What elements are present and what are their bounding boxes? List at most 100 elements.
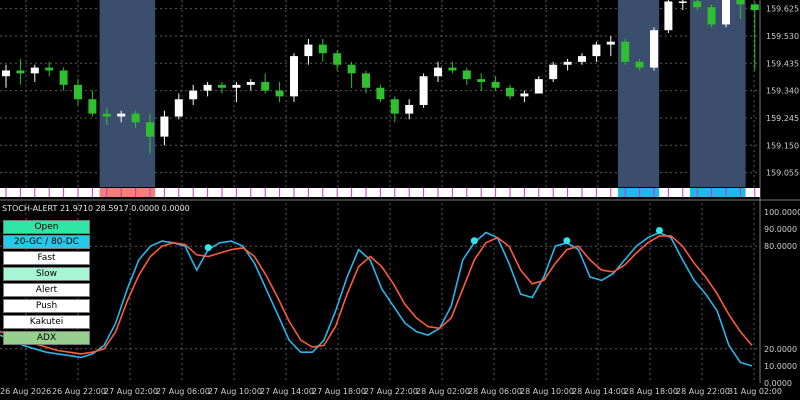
time-label: 27 Aug 02:00 (104, 387, 158, 396)
candle-body (592, 44, 601, 57)
candle-body (59, 70, 68, 85)
indicator-title: STOCH-ALERT 21.9710 28.5917 0.0000 0.000… (2, 204, 190, 213)
candle-body (160, 116, 169, 137)
candle-body (520, 93, 529, 97)
time-label: 31 Aug 02:00 (728, 387, 782, 396)
candle-body (693, 1, 702, 8)
stoch-label: 20.0000 (764, 345, 797, 354)
candle-body (218, 84, 226, 88)
candle-body (146, 122, 154, 137)
time-label: 28 Aug 06:00 (468, 387, 522, 396)
stochastic-panel (0, 227, 753, 367)
time-axis: 26 Aug 2026 26 Aug 22:0027 Aug 02:0027 Au… (0, 387, 782, 396)
candle-body (477, 79, 486, 82)
price-label: 159.530 (766, 32, 799, 41)
candle-body (2, 70, 10, 77)
candle-body (16, 70, 25, 74)
candle-body (491, 81, 500, 88)
slow-button[interactable]: Slow (3, 267, 90, 281)
candle-body (434, 67, 442, 77)
candle-body (333, 53, 342, 65)
price-label: 159.245 (766, 114, 799, 123)
time-label: 27 Aug 10:00 (208, 387, 262, 396)
candle-body (102, 113, 111, 117)
stoch-label: 10.0000 (764, 362, 797, 371)
kakutei-button[interactable]: Kakutei (3, 315, 90, 329)
candle-body (88, 99, 97, 114)
candle-body (376, 87, 385, 100)
candle-body (534, 79, 543, 94)
time-label: 28 Aug 18:00 (624, 387, 678, 396)
candle-body (635, 61, 644, 68)
candle-body (318, 44, 327, 54)
price-label: 159.340 (766, 87, 799, 96)
time-label: 26 Aug 22:00 (52, 387, 106, 396)
candle-body (405, 105, 414, 114)
candle-body (347, 64, 356, 74)
time-label: 27 Aug 06:00 (156, 387, 210, 396)
time-label: 28 Aug 02:00 (416, 387, 470, 396)
stoch-label: 80.0000 (764, 242, 797, 251)
candle-body (578, 56, 586, 62)
highlight-zones (99, 0, 746, 187)
alert-marker (204, 244, 212, 252)
time-label: 26 Aug 2026 (0, 387, 51, 396)
highlight-zone (99, 0, 156, 187)
candle-body (232, 84, 241, 88)
candle-body (261, 81, 270, 91)
candle-body (750, 4, 759, 11)
alert-marker (470, 237, 478, 245)
candle-body (203, 84, 212, 91)
signal-bar (0, 188, 760, 197)
candle-body (246, 81, 255, 85)
candle-body (736, 0, 745, 5)
stochastic-axis: 100.000090.000080.000020.000010.00000.00… (764, 208, 800, 388)
signal-block (99, 188, 156, 197)
time-label: 28 Aug 22:00 (676, 387, 730, 396)
price-axis: 159.625 159.530 159.435 159.340 159.245 159.1… (766, 5, 799, 178)
candle-body (606, 41, 615, 45)
signal-block (690, 188, 746, 197)
alert-marker (655, 227, 663, 235)
candle-body (30, 67, 39, 74)
candle-body (74, 84, 82, 100)
fast-line (0, 231, 753, 367)
time-label: 27 Aug 14:00 (260, 387, 314, 396)
candle-body (448, 67, 457, 71)
price-label: 159.625 (766, 5, 799, 14)
candle-body (722, 0, 730, 25)
stoch-label: 100.0000 (764, 208, 800, 217)
price-label: 159.435 (766, 59, 799, 68)
candle-body (45, 67, 54, 71)
time-label: 27 Aug 22:00 (364, 387, 418, 396)
candle-body (390, 99, 399, 114)
push-button[interactable]: Push (3, 299, 90, 313)
time-label: 27 Aug 18:00 (312, 387, 366, 396)
candle-body (174, 99, 183, 117)
candle-body (462, 70, 471, 80)
candle-body (707, 7, 716, 25)
price-label: 159.150 (766, 141, 799, 150)
open-button[interactable]: Open (3, 220, 90, 234)
adx-button[interactable]: ADX (3, 331, 90, 345)
candle-body (549, 64, 558, 80)
alert-marker (563, 237, 571, 245)
time-label: 28 Aug 14:00 (572, 387, 626, 396)
highlight-zone (618, 0, 660, 187)
candle-body (664, 1, 673, 31)
stoch-label: 90.0000 (764, 225, 797, 234)
gc-dc-button[interactable]: 20-GC / 80-DC (3, 235, 90, 249)
candle-body (290, 56, 298, 97)
slow-line (0, 235, 753, 355)
candle-body (362, 73, 370, 88)
candle-body (304, 44, 313, 57)
time-label: 28 Aug 10:00 (520, 387, 574, 396)
fast-button[interactable]: Fast (3, 251, 90, 265)
candle-body (506, 87, 514, 97)
alert-button[interactable]: Alert (3, 283, 90, 297)
trading-chart[interactable]: 159.625 159.530 159.435 159.340 159.245 159.1… (0, 0, 800, 400)
candle-body (621, 41, 630, 62)
candle-body (650, 30, 658, 68)
candle-body (419, 76, 428, 106)
candle-body (275, 90, 284, 97)
